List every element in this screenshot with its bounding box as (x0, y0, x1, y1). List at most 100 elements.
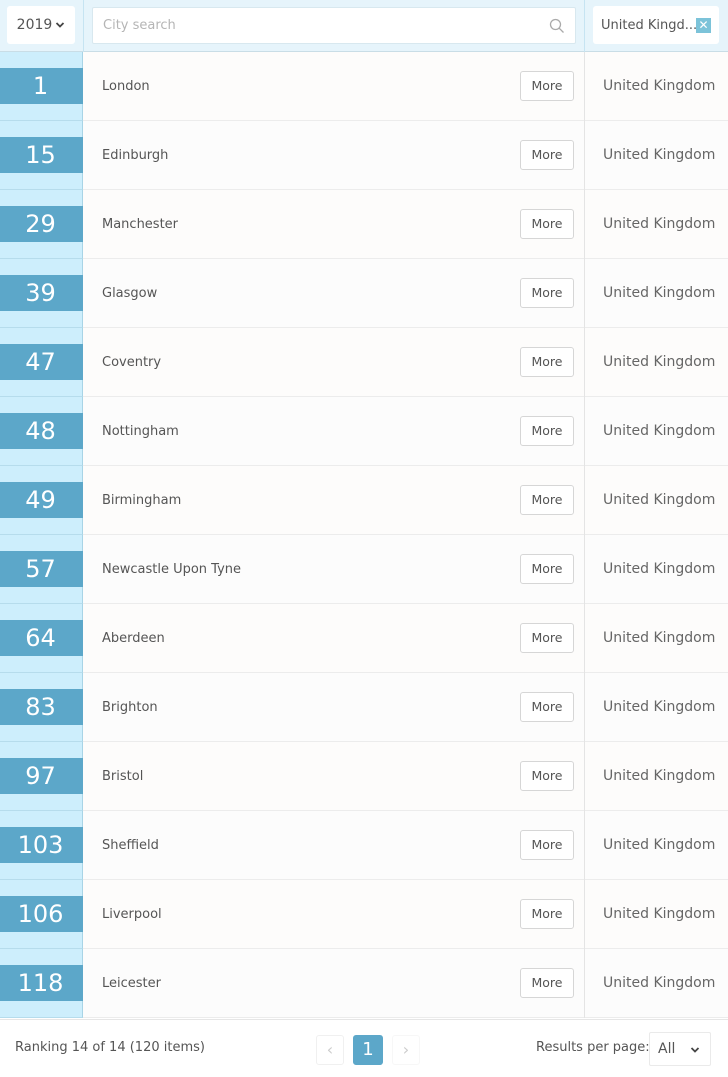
rank-cell: 39 (0, 259, 83, 328)
city-name[interactable]: Brighton (102, 673, 158, 742)
rank-cell: 29 (0, 190, 83, 259)
ranking-info: Ranking 14 of 14 (120 items) (15, 1040, 205, 1055)
more-button[interactable]: More (520, 554, 574, 584)
pagination-next-button[interactable]: › (392, 1035, 420, 1065)
column-divider (584, 604, 585, 673)
column-divider (584, 466, 585, 535)
table-row: 48 Nottingham More United Kingdom (0, 397, 728, 466)
more-button[interactable]: More (520, 347, 574, 377)
more-button[interactable]: More (520, 968, 574, 998)
more-button[interactable]: More (520, 692, 574, 722)
city-name[interactable]: Manchester (102, 190, 178, 259)
more-button[interactable]: More (520, 830, 574, 860)
clear-filter-icon[interactable]: ✕ (696, 18, 711, 33)
rank-badge: 48 (0, 413, 83, 449)
country-name: United Kingdom (603, 216, 716, 232)
city-name[interactable]: London (102, 52, 150, 121)
rank-badge: 97 (0, 758, 83, 794)
year-select[interactable]: 2019 (7, 6, 75, 44)
table-row: 118 Leicester More United Kingdom (0, 949, 728, 1018)
more-button[interactable]: More (520, 623, 574, 653)
country-name: United Kingdom (603, 975, 716, 991)
city-name[interactable]: Edinburgh (102, 121, 168, 190)
column-divider (584, 535, 585, 604)
rank-badge: 57 (0, 551, 83, 587)
rank-badge: 47 (0, 344, 83, 380)
more-button[interactable]: More (520, 140, 574, 170)
country-name: United Kingdom (603, 423, 716, 439)
pagination-prev-button[interactable]: ‹ (316, 1035, 344, 1065)
results-per-page-value: All (658, 1041, 676, 1057)
table-row: 103 Sheffield More United Kingdom (0, 811, 728, 880)
city-name[interactable]: Sheffield (102, 811, 159, 880)
search-icon[interactable] (549, 18, 565, 34)
chevron-right-icon: › (402, 1040, 410, 1059)
table-row: 29 Manchester More United Kingdom (0, 190, 728, 259)
chevron-left-icon: ‹ (326, 1040, 334, 1059)
rank-badge: 1 (0, 68, 83, 104)
header-divider (83, 0, 84, 52)
rank-cell: 103 (0, 811, 83, 880)
table-row: 97 Bristol More United Kingdom (0, 742, 728, 811)
country-name: United Kingdom (603, 630, 716, 646)
more-button[interactable]: More (520, 485, 574, 515)
rank-cell: 15 (0, 121, 83, 190)
column-divider (584, 397, 585, 466)
country-name: United Kingdom (603, 285, 716, 301)
country-name: United Kingdom (603, 78, 716, 94)
rank-cell: 47 (0, 328, 83, 397)
table-row: 49 Birmingham More United Kingdom (0, 466, 728, 535)
city-name[interactable]: Aberdeen (102, 604, 165, 673)
header-divider (584, 0, 585, 52)
more-button[interactable]: More (520, 899, 574, 929)
country-name: United Kingdom (603, 768, 716, 784)
pagination-page-current[interactable]: 1 (353, 1035, 383, 1065)
table-row: 57 Newcastle Upon Tyne More United Kingdom (0, 535, 728, 604)
results-per-page-label: Results per page: (536, 1040, 650, 1055)
column-divider (584, 673, 585, 742)
rank-cell: 49 (0, 466, 83, 535)
more-button[interactable]: More (520, 761, 574, 791)
city-name[interactable]: Birmingham (102, 466, 181, 535)
city-name[interactable]: Glasgow (102, 259, 157, 328)
column-divider (584, 880, 585, 949)
filter-header: 2019 United Kingd... ✕ (0, 0, 728, 52)
rank-badge: 15 (0, 137, 83, 173)
country-name: United Kingdom (603, 699, 716, 715)
table-row: 39 Glasgow More United Kingdom (0, 259, 728, 328)
column-divider (584, 811, 585, 880)
more-button[interactable]: More (520, 71, 574, 101)
more-button[interactable]: More (520, 278, 574, 308)
column-divider (584, 121, 585, 190)
more-button[interactable]: More (520, 416, 574, 446)
rank-badge: 64 (0, 620, 83, 656)
rank-cell: 118 (0, 949, 83, 1018)
rank-badge: 106 (0, 896, 83, 932)
year-select-value: 2019 (16, 17, 53, 33)
rank-cell: 97 (0, 742, 83, 811)
city-name[interactable]: Newcastle Upon Tyne (102, 535, 241, 604)
table-row: 64 Aberdeen More United Kingdom (0, 604, 728, 673)
more-button[interactable]: More (520, 209, 574, 239)
city-name[interactable]: Bristol (102, 742, 143, 811)
chevron-down-icon (56, 22, 65, 28)
chevron-down-icon (690, 1047, 700, 1053)
rank-cell: 48 (0, 397, 83, 466)
country-name: United Kingdom (603, 906, 716, 922)
city-name[interactable]: Liverpool (102, 880, 162, 949)
rank-badge: 118 (0, 965, 83, 1001)
rank-cell: 83 (0, 673, 83, 742)
table-row: 83 Brighton More United Kingdom (0, 673, 728, 742)
country-name: United Kingdom (603, 492, 716, 508)
results-per-page-select[interactable]: All (649, 1032, 711, 1066)
table-row: 1 London More United Kingdom (0, 52, 728, 121)
city-name[interactable]: Leicester (102, 949, 161, 1018)
city-name[interactable]: Nottingham (102, 397, 179, 466)
city-search-input[interactable] (93, 8, 575, 43)
country-name: United Kingdom (603, 561, 716, 577)
column-divider (584, 190, 585, 259)
city-search-field[interactable] (92, 7, 576, 44)
rank-cell: 57 (0, 535, 83, 604)
country-filter[interactable]: United Kingd... ✕ (593, 6, 719, 44)
city-name[interactable]: Coventry (102, 328, 161, 397)
